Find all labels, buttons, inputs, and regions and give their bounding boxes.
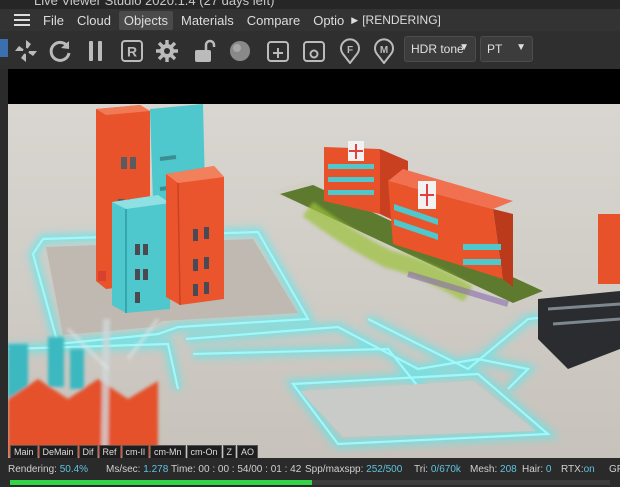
chevron-down-icon: ▼ [459,42,469,53]
menu-objects[interactable]: Objects [118,10,173,30]
status-spp: Spp/maxspp: 252/500 [305,464,403,475]
status-ms-sec: Ms/sec: 1.278 [106,464,169,475]
chevron-down-icon: ▼ [516,42,526,53]
pass-tab-cm-mn[interactable]: cm-Mn [150,445,186,458]
menu-overflow-arrow-icon[interactable]: ▶ [351,15,358,26]
kernel-select-value: PT [487,42,503,56]
send-to-render-icon[interactable] [12,37,40,65]
hamburger-menu-icon[interactable] [14,14,30,26]
render-progress-fill [10,480,313,485]
window-titlebar: Live Viewer Studio 2020.1.4 (27 days lef… [0,0,620,9]
pass-tab-dif[interactable]: Dif [78,445,98,458]
pass-tab-z[interactable]: Z [222,445,237,458]
rendered-scene-image [8,69,620,458]
region-render-icon[interactable]: R [118,37,146,65]
toolbar-accent-strip [0,39,8,57]
pass-tab-cm-on[interactable]: cm-On [186,445,222,458]
menu-compare[interactable]: Compare [242,11,305,30]
status-rendering: Rendering: 50.4% [8,464,89,475]
menu-file[interactable]: File [38,11,69,30]
pass-tab-cm-il[interactable]: cm-Il [121,445,150,458]
status-mesh: Mesh: 208 [470,464,517,475]
menu-materials[interactable]: Materials [176,11,239,30]
status-hair: Hair: 0 [522,464,552,475]
pass-tab-ref[interactable]: Ref [98,445,121,458]
svg-text:M: M [380,45,388,56]
material-pick-icon[interactable]: M [370,37,398,65]
menu-bar: File Cloud Objects Materials Compare Opt… [0,9,620,31]
status-rtx: RTX:on [561,464,595,475]
menu-cloud[interactable]: Cloud [72,11,116,30]
render-pass-tabs: Main DeMain Dif Ref cm-Il cm-Mn cm-On Z … [10,445,259,458]
settings-gear-icon[interactable] [153,37,181,65]
focus-pick-icon[interactable]: F [336,37,364,65]
restart-icon[interactable] [46,37,74,65]
status-time: Time: 00 : 00 : 54/00 : 01 : 42 [171,464,302,475]
kernel-select[interactable]: PT ▼ [480,36,533,62]
status-bar: Rendering: 50.4% Ms/sec: 1.278 Time: 00 … [0,459,620,479]
render-viewport[interactable] [8,69,620,458]
add-region-icon[interactable] [264,37,292,65]
pass-tab-ao[interactable]: AO [237,445,259,458]
status-tri: Tri: 0/670k [414,464,461,475]
svg-text:F: F [347,45,353,56]
svg-text:R: R [127,44,137,60]
pass-tab-main[interactable]: Main [10,445,38,458]
menu-options[interactable]: Optio [308,11,349,30]
unlock-icon[interactable] [190,37,218,65]
tonemap-select[interactable]: HDR tone ▼ [404,36,476,62]
pass-tab-demain[interactable]: DeMain [38,445,78,458]
pause-icon[interactable] [82,37,110,65]
window-title: Live Viewer Studio 2020.1.4 (27 days lef… [34,0,275,8]
status-gpu: GP [609,464,620,475]
toolbar: R F M HDR tone ▼ PT ▼ [0,31,620,69]
stop-icon[interactable] [300,37,328,65]
material-ball-icon[interactable] [226,37,254,65]
tonemap-select-value: HDR tone [411,42,464,56]
render-progress-bar [10,480,610,485]
render-state-label: [RENDERING] [362,13,441,27]
